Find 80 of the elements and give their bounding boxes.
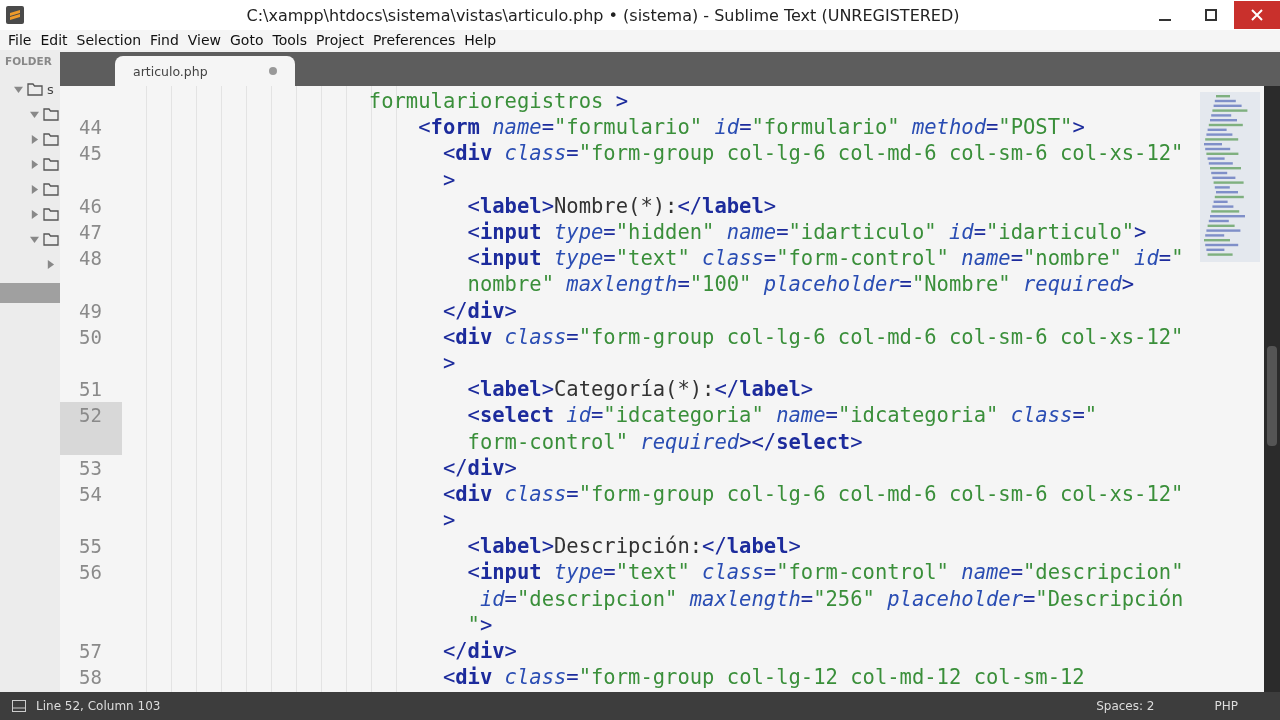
code-line: </div> (441, 638, 518, 665)
app-icon (6, 6, 24, 24)
folder-icon (43, 133, 59, 146)
close-button[interactable] (1234, 1, 1280, 29)
line-number: 55 (78, 534, 103, 560)
tab-label: articulo.php (133, 63, 208, 79)
window-title: C:\xampp\htdocs\sistema\vistas\articulo.php • (sistema) - Sublime Text (UNREGISTERED) (245, 5, 961, 25)
collapsed-arrow-icon[interactable] (30, 185, 39, 194)
menu-item[interactable]: Find (146, 32, 184, 48)
line-number: 52 (60, 402, 122, 455)
line-number: 57 (78, 639, 103, 665)
code-line: </div> (441, 454, 518, 481)
code-line: <label>Categoría(*):</label> (466, 376, 815, 403)
modified-dot-icon[interactable] (269, 67, 277, 75)
code-line: <div class="form-group col-lg-12 col-md-12 col-sm-12 (441, 664, 1086, 691)
folder-icon (43, 158, 59, 171)
code-line: <div class="form-group col-lg-6 col-md-6 col-sm-6 col-xs-12" (441, 323, 1185, 350)
line-number: 51 (78, 377, 103, 403)
code-line: id="descripcion" maxlength="256" placeholder="Descripción (478, 585, 1185, 612)
expanded-arrow-icon[interactable] (30, 110, 39, 119)
line-number: 49 (78, 298, 103, 324)
line-number: 48 (78, 246, 103, 272)
folder-icon (43, 233, 59, 246)
file-tab[interactable]: articulo.php (115, 56, 295, 86)
menu-item[interactable]: File (4, 32, 37, 48)
line-number: 56 (78, 560, 103, 586)
code-line: <input type="text" class="form-control" name="descripcion" (466, 559, 1185, 586)
collapsed-arrow-icon[interactable] (30, 210, 39, 219)
code-line: <input type="hidden" name="idarticulo" id="idarticulo"> (466, 218, 1148, 246)
folder-name[interactable]: s (47, 82, 54, 97)
code-line: formularioregistros > (367, 88, 630, 115)
minimize-icon (1159, 18, 1171, 21)
menu-item[interactable]: Goto (226, 32, 269, 48)
code-line: <label>Descripción:</label> (466, 533, 802, 560)
code-line: <form name="formulario" id="formulario" method="POST"> (417, 114, 1086, 141)
folder-icon (43, 183, 59, 196)
line-number: 58 (78, 665, 103, 691)
menu-item[interactable]: Tools (268, 32, 312, 48)
code-line: <div class="form-group col-lg-6 col-md-6 col-sm-6 col-xs-12" (441, 480, 1185, 508)
collapsed-arrow-icon[interactable] (30, 135, 39, 144)
code-line: > (441, 166, 457, 193)
line-number: 50 (78, 324, 103, 350)
collapsed-arrow-icon[interactable] (30, 160, 39, 169)
folder-icon (27, 83, 43, 96)
line-number: 47 (78, 219, 103, 245)
line-number: 44 (78, 115, 103, 141)
folder-icon (43, 108, 59, 121)
code-line: form-control" required></select> (466, 428, 864, 455)
scrollbar-thumb[interactable] (1267, 346, 1277, 446)
menu-item[interactable]: Preferences (368, 32, 461, 48)
line-number: 54 (78, 481, 103, 507)
cursor-position: Line 52, Column 103 (36, 699, 161, 713)
expanded-arrow-icon[interactable] (30, 235, 39, 244)
code-line: "> (466, 611, 494, 639)
menu-item[interactable]: View (183, 32, 226, 48)
code-line: <select id="idcategoria" name="idcategoria" class=" (466, 402, 1099, 429)
folder-icon (43, 208, 59, 221)
menu-item[interactable]: Project (312, 32, 369, 48)
syntax-setting[interactable]: PHP (1214, 699, 1238, 713)
code-line: <input type="text" class="form-control" name="nombre" id=" (466, 245, 1185, 272)
selected-row (0, 283, 60, 303)
code-line: nombre" maxlength="100" placeholder="Nombre" required> (466, 271, 1136, 298)
code-line: > (441, 349, 457, 377)
menu-item[interactable]: Help (460, 32, 502, 48)
code-line: > (441, 507, 457, 534)
panel-icon[interactable] (12, 700, 26, 712)
maximize-icon (1205, 9, 1217, 21)
sidebar-header: FOLDER (4, 55, 53, 69)
collapsed-arrow-icon[interactable] (46, 260, 55, 269)
code-line: <label>Nombre(*):</label> (466, 192, 778, 219)
code-line: <div class="form-group col-lg-6 col-md-6 col-sm-6 col-xs-12" (441, 140, 1185, 167)
menu-item[interactable]: Selection (72, 32, 147, 48)
line-number: 45 (78, 141, 103, 167)
close-icon (1251, 9, 1263, 21)
menu-item[interactable]: Edit (36, 32, 73, 48)
code-line: </div> (441, 297, 518, 324)
line-number: 46 (78, 193, 103, 219)
line-number: 53 (78, 455, 103, 481)
expanded-arrow-icon[interactable] (14, 85, 23, 94)
indentation-setting[interactable]: Spaces: 2 (1096, 699, 1155, 713)
